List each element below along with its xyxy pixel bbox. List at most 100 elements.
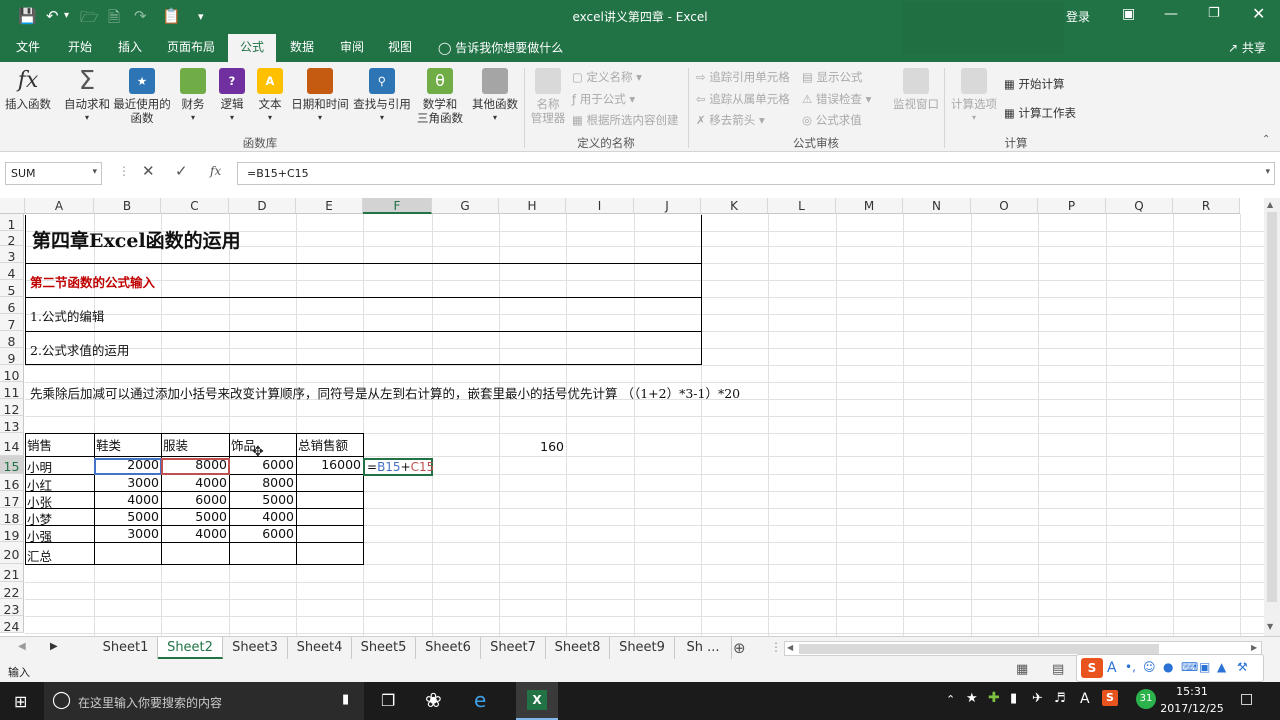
row-header-20[interactable]: 20 bbox=[0, 542, 24, 564]
evaluate-formula-button[interactable]: ◎ 公式求值 bbox=[802, 112, 862, 128]
more-functions-button[interactable]: 其他函数 ▾ bbox=[470, 68, 520, 125]
create-from-selection-button[interactable]: ▦ 根据所选内容创建 bbox=[572, 112, 679, 128]
column-header-j[interactable]: J bbox=[634, 198, 701, 214]
worksheet-grid[interactable]: ABCDEFGHIJKLMNOPQR 1 2 3 4 5 6 7 8 9 10 11 12 13 14 15… bbox=[0, 198, 1280, 636]
remove-arrows-button[interactable]: ✗ 移去箭头 ▾ bbox=[696, 112, 765, 128]
tab-view[interactable]: 视图 bbox=[380, 32, 420, 62]
tab-formulas[interactable]: 公式 bbox=[228, 34, 276, 62]
network-icon[interactable]: ✈ bbox=[1032, 691, 1043, 706]
insert-function-button[interactable]: fx 插入函数 bbox=[4, 68, 52, 111]
app-pinwheel-icon[interactable]: ❀ bbox=[425, 688, 442, 712]
sheet-tab-10[interactable]: Sh ... bbox=[675, 637, 732, 659]
taskbar-search-box[interactable]: ◯ 在这里输入你要搜索的内容 ▮ bbox=[44, 682, 364, 720]
normal-view-icon[interactable]: ▦ bbox=[1016, 662, 1028, 677]
microphone-icon[interactable]: ▮ bbox=[342, 692, 349, 707]
row-header-10[interactable]: 10 bbox=[0, 365, 24, 383]
new-icon[interactable]: 🗎 bbox=[108, 7, 120, 32]
row-header-24[interactable]: 24 bbox=[0, 616, 24, 634]
sheet-tab-8[interactable]: Sheet8 bbox=[546, 637, 610, 659]
scroll-thumb[interactable] bbox=[1267, 212, 1277, 602]
autosum-button[interactable]: Σ 自动求和 ▾ bbox=[62, 68, 112, 125]
ime-indicator[interactable]: A bbox=[1080, 691, 1090, 707]
table-cell[interactable]: 16000 bbox=[296, 457, 363, 472]
cell-h14[interactable]: 160 bbox=[500, 439, 566, 454]
column-header-g[interactable]: G bbox=[432, 198, 499, 214]
select-all-corner[interactable] bbox=[0, 198, 25, 214]
row-header-14[interactable]: 14 bbox=[0, 433, 24, 456]
splitter-icon[interactable]: ⋮ bbox=[770, 640, 782, 654]
row-header-15[interactable]: 15 bbox=[0, 456, 24, 474]
trace-precedents-button[interactable]: ⇨ 追踪引用单元格 bbox=[696, 69, 790, 85]
calculate-now-button[interactable]: ▦ 开始计算 bbox=[1004, 76, 1065, 92]
formula-input[interactable]: =B15+C15 ▾ bbox=[237, 162, 1275, 185]
excel-taskbar-button[interactable]: X bbox=[516, 682, 558, 720]
financial-button[interactable]: 财务 ▾ bbox=[176, 68, 210, 125]
table-cell[interactable]: 8000 bbox=[229, 475, 296, 490]
show-formulas-button[interactable]: ▤ 显示公式 bbox=[802, 69, 863, 85]
table-cell[interactable]: 6000 bbox=[161, 492, 229, 507]
ribbon-display-icon[interactable]: ▣ bbox=[1122, 6, 1135, 22]
table-cell[interactable]: 5000 bbox=[94, 509, 161, 524]
table-header-cell[interactable]: 鞋类 bbox=[96, 435, 121, 454]
column-header-r[interactable]: R bbox=[1173, 198, 1240, 214]
column-header-h[interactable]: H bbox=[499, 198, 566, 214]
row-header-17[interactable]: 17 bbox=[0, 491, 24, 509]
table-cell[interactable]: 4000 bbox=[94, 492, 161, 507]
sheet-tab-7[interactable]: Sheet7 bbox=[481, 637, 546, 659]
sogou-tray-icon[interactable]: S bbox=[1102, 690, 1118, 706]
undo-icon[interactable]: ↶ bbox=[46, 7, 59, 25]
column-header-c[interactable]: C bbox=[161, 198, 229, 214]
tab-review[interactable]: 审阅 bbox=[332, 32, 372, 62]
column-header-m[interactable]: M bbox=[836, 198, 903, 214]
cell-a11-note[interactable]: 先乘除后加减可以通过添加小括号来改变计算顺序，同符号是从左到右计算的，嵌套里最小… bbox=[30, 383, 740, 402]
edge-icon[interactable]: e bbox=[474, 688, 486, 712]
tray-app-icon[interactable]: ★ bbox=[966, 691, 978, 706]
emoji-icon[interactable]: ☺ bbox=[1143, 660, 1156, 674]
sheet-tab-9[interactable]: Sheet9 bbox=[610, 637, 675, 659]
tray-expand-icon[interactable]: ⌃ bbox=[946, 693, 955, 706]
row-header-5[interactable]: 5 bbox=[0, 280, 24, 298]
insert-function-icon[interactable]: fx bbox=[210, 164, 221, 178]
table-total-label[interactable]: 汇总 bbox=[27, 546, 52, 565]
cell-a6-item[interactable]: 1.公式的编辑 bbox=[30, 306, 104, 325]
tab-insert[interactable]: 插入 bbox=[110, 32, 150, 62]
share-button[interactable]: ↗ 共享 bbox=[1228, 39, 1266, 56]
tab-file[interactable]: 文件 bbox=[8, 32, 48, 62]
row-header-1[interactable]: 1 bbox=[0, 214, 24, 232]
watch-window-button[interactable]: 监视窗口 bbox=[890, 68, 942, 111]
table-cell[interactable]: 小强 bbox=[27, 526, 52, 545]
row-header-6[interactable]: 6 bbox=[0, 297, 24, 315]
define-name-button[interactable]: ▢ 定义名称 ▾ bbox=[572, 69, 642, 85]
keyboard-icon[interactable]: ⌨ bbox=[1181, 660, 1198, 674]
row-header-7[interactable]: 7 bbox=[0, 314, 24, 332]
mic-icon[interactable]: ● bbox=[1163, 660, 1173, 674]
action-center-icon[interactable]: □ bbox=[1240, 691, 1253, 707]
row-header-19[interactable]: 19 bbox=[0, 525, 24, 543]
row-header-22[interactable]: 22 bbox=[0, 582, 24, 600]
sheet-tab-5[interactable]: Sheet5 bbox=[352, 637, 416, 659]
error-checking-button[interactable]: ⚠ 错误检查 ▾ bbox=[802, 91, 871, 107]
column-header-a[interactable]: A bbox=[25, 198, 94, 214]
column-header-n[interactable]: N bbox=[903, 198, 971, 214]
logical-button[interactable]: ? 逻辑 ▾ bbox=[216, 68, 248, 125]
name-manager-button[interactable]: 名称 管理器 bbox=[528, 68, 568, 125]
enter-icon[interactable]: ✓ bbox=[175, 162, 188, 180]
cell-a8-item[interactable]: 2.公式求值的运用 bbox=[30, 340, 129, 359]
sheet-tab-6[interactable]: Sheet6 bbox=[416, 637, 481, 659]
table-header-cell[interactable]: 销售 bbox=[27, 435, 52, 454]
row-header-4[interactable]: 4 bbox=[0, 263, 24, 281]
volume-icon[interactable]: ♬ bbox=[1054, 691, 1066, 706]
row-header-16[interactable]: 16 bbox=[0, 474, 24, 492]
row-header-11[interactable]: 11 bbox=[0, 382, 24, 400]
ime-lang-icon[interactable]: A bbox=[1107, 660, 1117, 676]
math-trig-button[interactable]: θ 数学和 三角函数 bbox=[414, 68, 466, 125]
column-header-o[interactable]: O bbox=[971, 198, 1038, 214]
name-box[interactable]: SUM ▾ bbox=[5, 162, 102, 185]
expand-formula-bar-icon[interactable]: ▾ bbox=[1265, 167, 1270, 177]
row-header-13[interactable]: 13 bbox=[0, 416, 24, 434]
close-icon[interactable]: ✕ bbox=[1252, 4, 1265, 23]
row-header-23[interactable]: 23 bbox=[0, 599, 24, 617]
skin-icon[interactable]: ▣ bbox=[1199, 660, 1210, 674]
restore-icon[interactable]: ❐ bbox=[1208, 6, 1220, 21]
row-header-8[interactable]: 8 bbox=[0, 331, 24, 349]
